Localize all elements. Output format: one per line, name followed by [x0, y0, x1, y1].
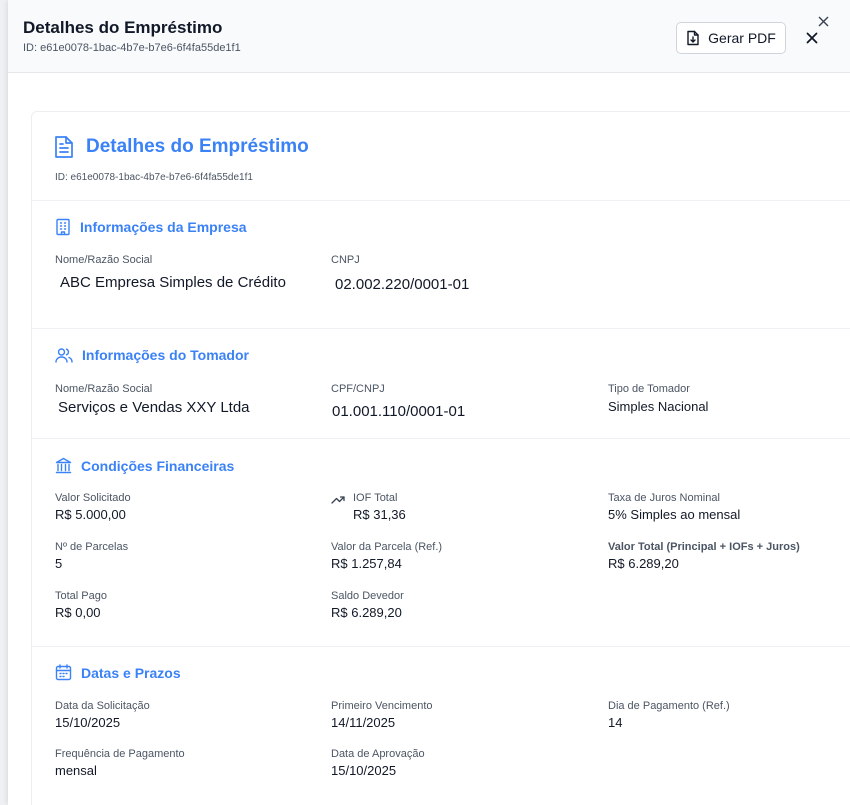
taxa-juros-label: Taxa de Juros Nominal — [608, 492, 720, 504]
iof-label: IOF Total — [353, 492, 398, 504]
file-download-icon — [686, 30, 700, 46]
parcelas-value: 5 — [55, 556, 63, 571]
data-solicitacao-field: Data da Solicitação 15/10/2025 — [55, 700, 150, 730]
valor-solicitado-field: Valor Solicitado R$ 5.000,00 — [55, 492, 131, 522]
total-pago-value: R$ 0,00 — [55, 605, 101, 620]
close-icon — [806, 32, 818, 44]
divider — [32, 200, 850, 201]
calendar-icon — [55, 664, 72, 681]
empresa-name-value: ABC Empresa Simples de Crédito — [60, 274, 286, 291]
valor-parcela-field: Valor da Parcela (Ref.) R$ 1.257,84 — [331, 541, 442, 571]
tomador-name-label: Nome/Razão Social — [55, 383, 153, 395]
tomador-type-label: Tipo de Tomador — [608, 383, 690, 395]
card-loan-id: ID: e61e0078-1bac-4b7e-b7e6-6f4fa55de1f1 — [55, 172, 253, 183]
empresa-name-label: Nome/Razão Social — [55, 254, 153, 266]
valor-parcela-label: Valor da Parcela (Ref.) — [331, 541, 443, 553]
generate-pdf-button[interactable]: Gerar PDF — [676, 22, 786, 54]
data-aprovacao-label: Data de Aprovação — [331, 748, 425, 760]
section-tomador-title: Informações do Tomador — [82, 347, 249, 363]
total-pago-label: Total Pago — [55, 590, 107, 602]
users-icon — [55, 347, 73, 363]
iof-value: R$ 31,36 — [353, 507, 406, 522]
saldo-devedor-label: Saldo Devedor — [331, 590, 404, 602]
trending-up-icon — [331, 494, 345, 504]
card-header: Detalhes do Empréstimo — [54, 135, 309, 159]
taxa-juros-field: Taxa de Juros Nominal 5% Simples ao mens… — [608, 492, 740, 522]
generate-pdf-label: Gerar PDF — [708, 30, 776, 46]
tomador-doc-field: CPF/CNPJ 01.001.110/0001-01 — [331, 383, 465, 420]
iof-field: IOF Total R$ 31,36 — [331, 492, 406, 522]
valor-parcela-value: R$ 1.257,84 — [331, 556, 402, 571]
modal-title: Detalhes do Empréstimo — [23, 18, 223, 37]
document-icon — [54, 135, 74, 159]
data-aprovacao-value: 15/10/2025 — [331, 763, 397, 778]
section-prazos-title: Datas e Prazos — [81, 664, 181, 681]
dia-pagamento-field: Dia de Pagamento (Ref.) 14 — [608, 700, 730, 730]
empresa-cnpj-value: 02.002.220/0001-01 — [335, 276, 470, 293]
empresa-cnpj-field: CNPJ 02.002.220/0001-01 — [331, 254, 469, 293]
section-financeiras-header: Condições Financeiras — [55, 457, 234, 474]
tomador-name-value: Serviços e Vendas XXY Ltda — [58, 399, 250, 416]
divider — [32, 646, 850, 647]
saldo-devedor-field: Saldo Devedor R$ 6.289,20 — [331, 590, 404, 620]
section-financeiras-title: Condições Financeiras — [81, 457, 235, 474]
primeiro-vencimento-label: Primeiro Vencimento — [331, 700, 433, 712]
divider — [32, 328, 850, 329]
dia-pagamento-label: Dia de Pagamento (Ref.) — [608, 700, 730, 712]
saldo-devedor-value: R$ 6.289,20 — [331, 605, 402, 620]
valor-solicitado-label: Valor Solicitado — [55, 492, 131, 504]
empresa-cnpj-label: CNPJ — [331, 254, 360, 266]
data-solicitacao-value: 15/10/2025 — [55, 715, 121, 730]
tomador-name-field: Nome/Razão Social Serviços e Vendas XXY … — [55, 383, 250, 416]
section-tomador-header: Informações do Tomador — [55, 347, 249, 363]
loan-details-card: Detalhes do Empréstimo ID: e61e0078-1bac… — [31, 111, 850, 805]
building-icon — [55, 218, 71, 236]
parcelas-label: Nº de Parcelas — [55, 541, 129, 553]
loan-details-modal: Detalhes do Empréstimo ID: e61e0078-1bac… — [8, 0, 850, 805]
bank-icon — [55, 457, 72, 474]
modal-loan-id: ID: e61e0078-1bac-4b7e-b7e6-6f4fa55de1f1 — [23, 42, 241, 54]
section-empresa-title: Informações da Empresa — [80, 219, 247, 235]
close-modal-button[interactable] — [803, 29, 821, 47]
valor-total-field: Valor Total (Principal + IOFs + Juros) R… — [608, 541, 800, 571]
dia-pagamento-value: 14 — [608, 715, 623, 730]
frequencia-label: Frequência de Pagamento — [55, 748, 185, 760]
close-icon — [818, 16, 829, 27]
taxa-juros-value: 5% Simples ao mensal — [608, 507, 741, 522]
frequencia-field: Frequência de Pagamento mensal — [55, 748, 185, 778]
tomador-doc-label: CPF/CNPJ — [331, 383, 385, 395]
modal-header: Detalhes do Empréstimo ID: e61e0078-1bac… — [8, 0, 850, 73]
empresa-name-field: Nome/Razão Social ABC Empresa Simples de… — [55, 254, 286, 291]
tomador-doc-value: 01.001.110/0001-01 — [332, 403, 466, 420]
parcelas-field: Nº de Parcelas 5 — [55, 541, 128, 571]
valor-total-label: Valor Total (Principal + IOFs + Juros) — [608, 541, 800, 553]
tomador-type-field: Tipo de Tomador Simples Nacional — [608, 383, 708, 414]
data-solicitacao-label: Data da Solicitação — [55, 700, 150, 712]
close-dialog-button[interactable] — [814, 12, 832, 30]
data-aprovacao-field: Data de Aprovação 15/10/2025 — [331, 748, 425, 778]
primeiro-vencimento-field: Primeiro Vencimento 14/11/2025 — [331, 700, 433, 730]
card-title: Detalhes do Empréstimo — [86, 136, 309, 157]
section-prazos-header: Datas e Prazos — [55, 664, 181, 681]
primeiro-vencimento-value: 14/11/2025 — [331, 715, 396, 730]
tomador-type-value: Simples Nacional — [608, 399, 709, 414]
section-empresa-header: Informações da Empresa — [55, 218, 247, 236]
valor-total-value: R$ 6.289,20 — [608, 556, 679, 571]
total-pago-field: Total Pago R$ 0,00 — [55, 590, 107, 620]
valor-solicitado-value: R$ 5.000,00 — [55, 507, 126, 522]
divider — [32, 438, 850, 439]
frequencia-value: mensal — [55, 763, 97, 778]
